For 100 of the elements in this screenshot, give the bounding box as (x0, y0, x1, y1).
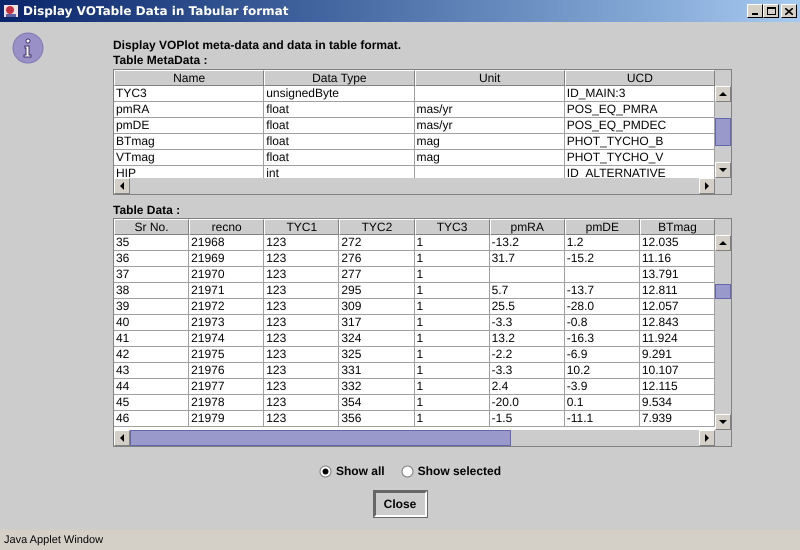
table-cell: 356 (339, 411, 414, 427)
table-cell: -0.8 (564, 315, 640, 331)
table-cell: 123 (264, 299, 340, 315)
table-cell: -13.2 (490, 235, 565, 251)
table-cell: 46 (114, 411, 190, 427)
table-cell: 2.4 (490, 379, 565, 395)
up-arrow-icon (719, 92, 727, 96)
table-cell: 1 (414, 315, 490, 331)
table-cell: 1 (414, 379, 490, 395)
table-cell: 324 (339, 331, 414, 347)
column-header[interactable]: recno (189, 219, 264, 235)
table-cell: 10.107 (640, 363, 715, 379)
table-cell: 123 (264, 331, 340, 347)
table-cell: 36 (114, 251, 190, 267)
close-icon (785, 8, 793, 14)
scroll-right-button[interactable] (699, 178, 715, 194)
radio-option[interactable]: Show selected (400, 462, 502, 480)
table-cell: float (264, 118, 414, 134)
table-cell: PHOT_TYCHO_B (564, 134, 715, 150)
column-header[interactable]: TYC1 (264, 219, 340, 235)
table-cell: mas/yr (414, 118, 565, 134)
column-header[interactable]: Name (114, 70, 264, 86)
table-cell: -13.7 (564, 283, 640, 299)
table-cell: 309 (339, 299, 414, 315)
column-header[interactable]: UCD (564, 70, 715, 86)
radio-icon (400, 464, 414, 478)
right-arrow-icon (705, 434, 709, 442)
column-header[interactable]: BTmag (640, 219, 715, 235)
table-cell: -20.0 (490, 395, 565, 411)
table-cell: 1 (414, 331, 490, 347)
column-header[interactable]: Sr No. (114, 219, 190, 235)
maximize-button[interactable] (763, 4, 779, 18)
table-cell: 9.534 (640, 395, 715, 411)
section-label: Table MetaData : (113, 53, 208, 69)
table-cell: 12.843 (640, 315, 715, 331)
table-cell: 123 (264, 283, 340, 299)
table-cell: POS_EQ_PMRA (564, 102, 715, 118)
table-cell: 42 (114, 347, 190, 363)
table-cell: 123 (264, 363, 340, 379)
table-cell: pmDE (114, 118, 264, 134)
table-cell: 317 (339, 315, 414, 331)
column-header[interactable]: TYC2 (339, 219, 414, 235)
scroll-left-button[interactable] (114, 430, 130, 446)
minimize-button[interactable] (747, 4, 763, 18)
table-cell: 21978 (189, 395, 264, 411)
table-cell: unsignedByte (264, 86, 414, 102)
scroll-thumb[interactable] (715, 118, 731, 146)
table-cell: 332 (339, 379, 414, 395)
table-cell: float (264, 134, 414, 150)
app-icon (3, 3, 19, 19)
table-cell: 13.791 (640, 267, 715, 283)
table-cell: 35 (114, 235, 190, 251)
table-cell: 21975 (189, 347, 264, 363)
table-cell: -3.9 (564, 379, 640, 395)
table-cell: 123 (264, 267, 340, 283)
table-cell: 21970 (189, 267, 264, 283)
scroll-down-button[interactable] (715, 414, 731, 430)
table-cell: 21973 (189, 315, 264, 331)
table-cell: POS_EQ_PMDEC (564, 118, 715, 134)
scroll-up-button[interactable] (715, 235, 731, 251)
table-cell: 1 (414, 299, 490, 315)
close-window-button[interactable] (781, 4, 797, 18)
table-cell: 123 (264, 251, 340, 267)
radio-icon (318, 464, 332, 478)
table-cell: int (264, 166, 414, 178)
table-cell: 11.16 (640, 251, 715, 267)
table-cell: 123 (264, 395, 340, 411)
radio-option[interactable]: Show all (318, 462, 385, 480)
column-header[interactable]: Unit (414, 70, 565, 86)
scroll-down-button[interactable] (715, 162, 731, 178)
close-button[interactable]: Close (374, 491, 426, 517)
table-cell: 1 (414, 395, 490, 411)
table-cell: mag (414, 134, 565, 150)
table-cell: 21976 (189, 363, 264, 379)
scroll-left-button[interactable] (114, 178, 130, 194)
table-cell: -1.5 (490, 411, 565, 427)
table-cell: 43 (114, 363, 190, 379)
table-cell: 21968 (189, 235, 264, 251)
scroll-thumb[interactable] (715, 284, 731, 299)
column-header[interactable]: pmDE (564, 219, 640, 235)
table-cell: TYC3 (114, 86, 264, 102)
table-cell: 1 (414, 251, 490, 267)
minimize-icon (752, 13, 758, 15)
scroll-right-button[interactable] (699, 430, 715, 446)
table-cell: 21974 (189, 331, 264, 347)
scroll-thumb[interactable] (130, 430, 511, 446)
table-cell: 38 (114, 283, 190, 299)
table-cell: 123 (264, 235, 340, 251)
table-cell: 1 (414, 267, 490, 283)
column-header[interactable]: pmRA (490, 219, 565, 235)
column-header[interactable]: Data Type (264, 70, 414, 86)
column-header[interactable]: TYC3 (414, 219, 490, 235)
table-cell: 1 (414, 363, 490, 379)
table-cell: 123 (264, 411, 340, 427)
table-cell: 21979 (189, 411, 264, 427)
scroll-up-button[interactable] (715, 86, 731, 102)
status-bar: Java Applet Window (0, 530, 800, 550)
table-cell: float (264, 102, 414, 118)
table-cell: -3.3 (490, 315, 565, 331)
table-cell: 37 (114, 267, 190, 283)
